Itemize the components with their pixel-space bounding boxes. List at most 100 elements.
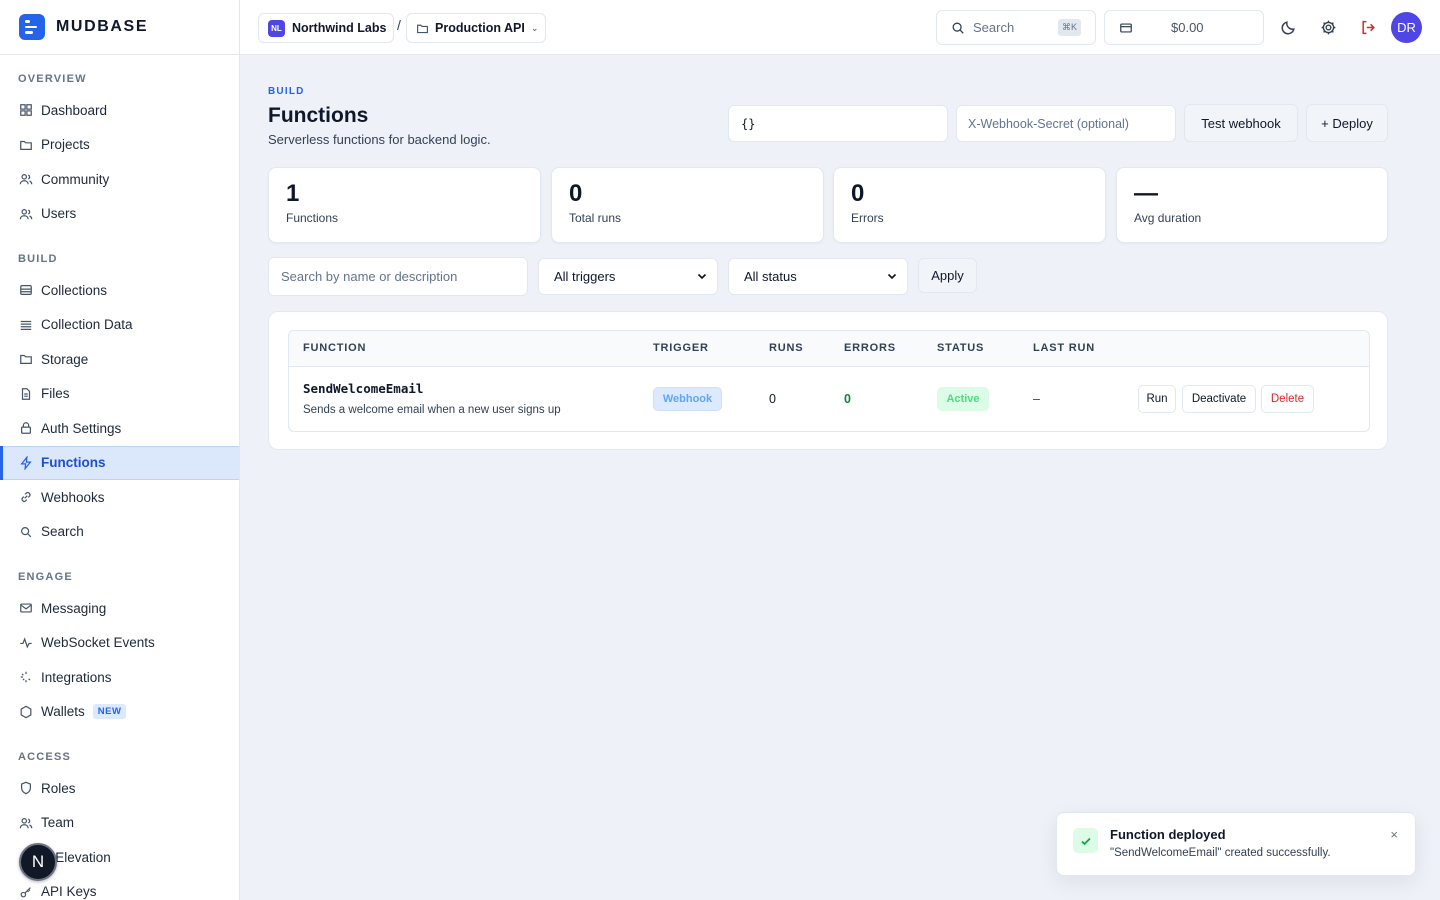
- billing-balance[interactable]: $0.00: [1104, 10, 1264, 45]
- sidebar-item-integrations[interactable]: Integrations: [0, 660, 239, 695]
- global-search[interactable]: Search ⌘K: [936, 10, 1096, 45]
- sidebar-item-label: Search: [41, 524, 84, 540]
- table-row[interactable]: SendWelcomeEmail Sends a welcome email w…: [289, 367, 1369, 431]
- sidebar-item-storage[interactable]: Storage: [0, 342, 239, 377]
- stat-label: Functions: [286, 211, 339, 225]
- sidebar-item-auth-settings[interactable]: Auth Settings: [0, 411, 239, 446]
- org-name: Northwind Labs: [292, 21, 387, 35]
- function-search-input[interactable]: [268, 257, 528, 296]
- functions-table: FUNCTION TRIGGER RUNS ERRORS STATUS LAST…: [288, 330, 1370, 432]
- toast-title: Function deployed: [1110, 827, 1226, 842]
- stat-label: Errors: [851, 211, 884, 225]
- trigger-filter-select[interactable]: All triggers: [538, 258, 718, 295]
- sidebar: MUDBASE OVERVIEW Dashboard Projects Comm…: [0, 0, 240, 900]
- lock-icon: [18, 421, 33, 436]
- stat-card-total-runs: 0 Total runs: [551, 167, 824, 243]
- column-header-last-run: LAST RUN: [1033, 342, 1096, 354]
- webhook-secret-input[interactable]: [956, 105, 1176, 142]
- folder-icon: [18, 137, 33, 152]
- brand-name: MUDBASE: [56, 18, 149, 35]
- delete-button[interactable]: Delete: [1261, 385, 1314, 413]
- nav-heading-overview: OVERVIEW: [18, 73, 87, 85]
- grid-icon: [18, 103, 33, 118]
- stat-label: Avg duration: [1134, 211, 1202, 225]
- column-header-trigger: TRIGGER: [653, 342, 709, 354]
- status-badge: Active: [937, 387, 989, 411]
- sidebar-item-label: Webhooks: [41, 489, 105, 505]
- sidebar-item-files[interactable]: Files: [0, 377, 239, 412]
- sidebar-item-websocket-events[interactable]: WebSocket Events: [0, 626, 239, 661]
- nav-heading-engage: ENGAGE: [18, 571, 73, 583]
- stat-value: 0: [569, 180, 583, 207]
- search-icon: [18, 524, 33, 539]
- toast-notification: Function deployed "SendWelcomeEmail" cre…: [1056, 812, 1416, 876]
- page-subtitle: Serverless functions for backend logic.: [268, 132, 491, 147]
- function-name: SendWelcomeEmail: [303, 381, 424, 396]
- sidebar-item-roles[interactable]: Roles: [0, 771, 239, 806]
- sidebar-item-messaging[interactable]: Messaging: [0, 591, 239, 626]
- page-title: Functions: [268, 104, 369, 127]
- deploy-button[interactable]: + Deploy: [1306, 104, 1388, 142]
- column-header-runs: RUNS: [769, 342, 804, 354]
- test-webhook-button[interactable]: Test webhook: [1184, 104, 1298, 142]
- stat-value: 0: [851, 180, 865, 207]
- sidebar-item-webhooks[interactable]: Webhooks: [0, 480, 239, 515]
- project-switcher[interactable]: Production API ⌄: [406, 13, 546, 43]
- brand-logo-icon: [19, 14, 45, 40]
- settings-gear-icon[interactable]: [1318, 17, 1338, 37]
- run-button[interactable]: Run: [1138, 385, 1176, 413]
- balance-amount: $0.00: [1171, 20, 1204, 35]
- sidebar-item-dashboard[interactable]: Dashboard: [0, 93, 239, 128]
- bolt-icon: [18, 455, 33, 470]
- stat-card-avg-duration: — Avg duration: [1116, 167, 1388, 243]
- users-icon: [18, 815, 33, 830]
- sidebar-item-label: Roles: [41, 780, 76, 796]
- sidebar-item-collection-data[interactable]: Collection Data: [0, 308, 239, 343]
- runs-count: 0: [769, 392, 776, 406]
- folder-icon: [18, 352, 33, 367]
- sidebar-item-team[interactable]: Team: [0, 806, 239, 841]
- brand[interactable]: MUDBASE: [0, 0, 239, 55]
- stat-value: 1: [286, 180, 300, 207]
- org-switcher[interactable]: NL Northwind Labs: [258, 13, 394, 43]
- nav-heading-access: ACCESS: [18, 751, 72, 763]
- floating-assistant-button[interactable]: N: [19, 843, 57, 881]
- sidebar-item-collections[interactable]: Collections: [0, 273, 239, 308]
- function-description: Sends a welcome email when a new user si…: [303, 404, 561, 416]
- sidebar-item-community[interactable]: Community: [0, 162, 239, 197]
- sidebar-item-projects[interactable]: Projects: [0, 128, 239, 163]
- chevron-down-icon: [697, 273, 707, 280]
- stat-card-errors: 0 Errors: [833, 167, 1106, 243]
- stat-card-functions: 1 Functions: [268, 167, 541, 243]
- user-avatar[interactable]: DR: [1391, 12, 1422, 43]
- project-name: Production API: [435, 21, 525, 35]
- shield-icon: [18, 781, 33, 796]
- sidebar-item-label: Wallets: [41, 704, 85, 720]
- select-value: All status: [744, 269, 797, 284]
- sidebar-item-functions[interactable]: Functions: [0, 445, 239, 480]
- sidebar-item-label: Projects: [41, 137, 90, 153]
- breadcrumb-separator: /: [397, 17, 401, 33]
- sidebar-item-search[interactable]: Search: [0, 515, 239, 550]
- column-header-function: FUNCTION: [303, 342, 367, 354]
- stat-value: —: [1134, 180, 1158, 207]
- column-header-status: STATUS: [937, 342, 985, 354]
- webhook-payload-input[interactable]: [728, 105, 948, 142]
- theme-toggle-moon-icon[interactable]: [1278, 17, 1298, 37]
- chevron-down-icon: [887, 273, 897, 280]
- select-value: All triggers: [554, 269, 616, 284]
- sidebar-item-users[interactable]: Users: [0, 197, 239, 232]
- sidebar-item-label: Community: [41, 171, 110, 187]
- nav-heading-build: BUILD: [18, 253, 58, 265]
- status-filter-select[interactable]: All status: [728, 258, 908, 295]
- sidebar-item-wallets[interactable]: Wallets NEW: [0, 695, 239, 730]
- last-run: –: [1033, 392, 1040, 406]
- chevron-down-icon: ⌄: [530, 22, 539, 33]
- hexagon-icon: [18, 704, 33, 719]
- trigger-badge: Webhook: [653, 387, 722, 411]
- deactivate-button[interactable]: Deactivate: [1182, 385, 1256, 413]
- close-icon[interactable]: ×: [1390, 827, 1398, 842]
- logout-icon[interactable]: [1358, 17, 1378, 37]
- apply-filters-button[interactable]: Apply: [918, 258, 977, 293]
- table-header: FUNCTION TRIGGER RUNS ERRORS STATUS LAST…: [289, 331, 1369, 367]
